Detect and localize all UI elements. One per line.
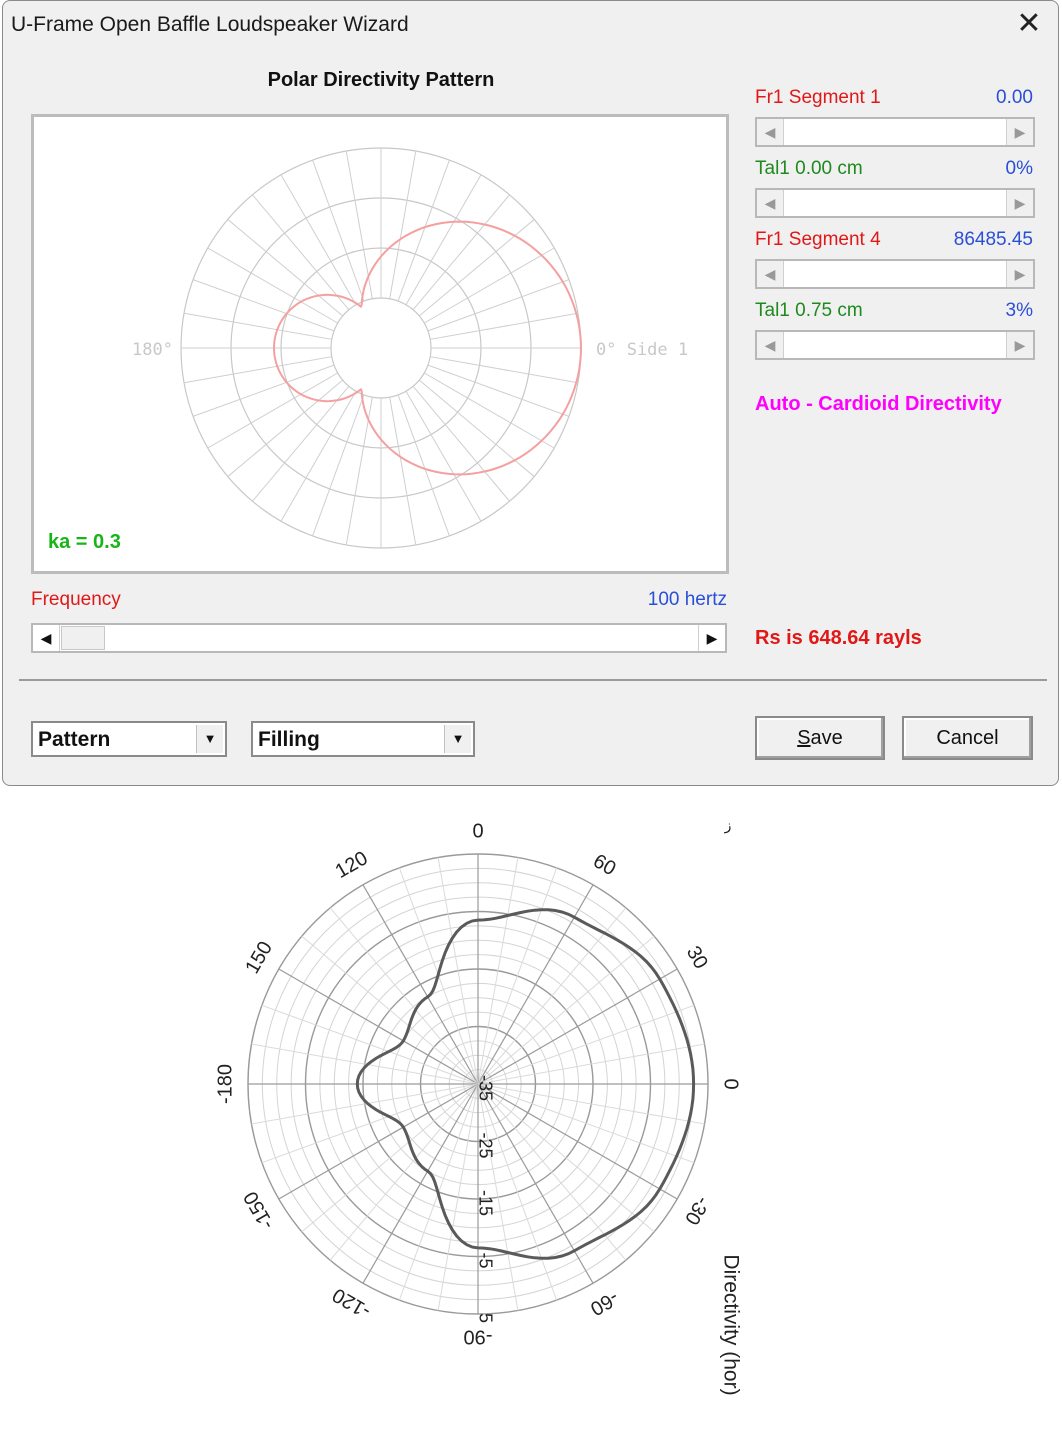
cancel-button[interactable]: Cancel bbox=[902, 716, 1033, 760]
save-accelerator: S bbox=[797, 727, 811, 749]
angle-tick-label: -60 bbox=[586, 1286, 622, 1320]
grid-spoke bbox=[192, 279, 335, 332]
fr1-segment1-value: 0.00 bbox=[996, 87, 1033, 108]
grid-spoke bbox=[405, 391, 482, 522]
filling-select[interactable]: Filling ▼ bbox=[251, 721, 475, 757]
radial-tick-label: -25 bbox=[475, 1132, 495, 1158]
angle-tick-label: -30 bbox=[680, 1192, 714, 1228]
window-title: U-Frame Open Baffle Loudspeaker Wizard bbox=[11, 13, 409, 36]
frequency-slider-thumb[interactable] bbox=[61, 626, 105, 650]
grid-spoke bbox=[397, 394, 450, 537]
grid-spoke bbox=[424, 247, 555, 324]
angle-tick-label: -120 bbox=[329, 1283, 375, 1322]
scroll-right-icon[interactable]: ▶ bbox=[698, 625, 725, 651]
grid-spoke bbox=[389, 150, 417, 299]
angle-tick-label: 0 bbox=[472, 820, 483, 842]
grid-spoke bbox=[280, 391, 357, 522]
radial-tick-label: -15 bbox=[475, 1190, 495, 1216]
pattern-select[interactable]: Pattern ▼ bbox=[31, 721, 227, 757]
angle-tick-label: 60 bbox=[589, 850, 619, 880]
frequency-label: Frequency bbox=[31, 589, 121, 610]
tal1-b-label: Tal1 0.75 cm bbox=[755, 300, 863, 321]
grid-spoke bbox=[405, 174, 482, 305]
grid-spoke bbox=[424, 372, 555, 449]
angle-tick-label: -150 bbox=[240, 1188, 279, 1234]
save-label: ave bbox=[810, 727, 843, 749]
filling-select-value: Filling bbox=[258, 728, 320, 751]
chevron-down-icon[interactable]: ▼ bbox=[444, 725, 471, 753]
wizard-window: U-Frame Open Baffle Loudspeaker Wizard ✕… bbox=[2, 0, 1059, 786]
grid-spoke bbox=[207, 372, 338, 449]
grid-spoke bbox=[192, 364, 335, 417]
grid-spoke bbox=[207, 247, 338, 324]
scroll-right-icon[interactable]: ▶ bbox=[1006, 190, 1033, 216]
angle-tick-label: -90 bbox=[464, 1326, 493, 1348]
grid-spoke bbox=[430, 356, 579, 384]
grid-spoke bbox=[312, 159, 365, 302]
grid-spoke bbox=[430, 312, 579, 340]
chevron-down-icon[interactable]: ▼ bbox=[196, 725, 223, 753]
scroll-left-icon[interactable]: ◀ bbox=[757, 261, 784, 287]
axis-label: Directivity (hor) bbox=[719, 1254, 742, 1395]
grid-spoke bbox=[397, 159, 450, 302]
angle-label-180: 180° bbox=[132, 340, 173, 360]
tal1-a-slider[interactable]: ◀ ▶ bbox=[755, 188, 1035, 218]
scroll-right-icon[interactable]: ▶ bbox=[1006, 119, 1033, 145]
tal1-a-label: Tal1 0.00 cm bbox=[755, 158, 863, 179]
fr1-segment4-value: 86485.45 bbox=[953, 229, 1033, 250]
polar-directivity-plot: 180° 0° Side 1 bbox=[132, 147, 688, 549]
rs-status: Rs is 648.64 rayls bbox=[755, 627, 922, 649]
tal1-a-value: 0% bbox=[1005, 158, 1033, 179]
fr1-segment4-slider[interactable]: ◀ ▶ bbox=[755, 259, 1035, 289]
scroll-left-icon[interactable]: ◀ bbox=[33, 625, 60, 651]
fr1-segment4-label: Fr1 Segment 4 bbox=[755, 229, 881, 250]
grid-ring bbox=[330, 297, 432, 399]
polar-grid bbox=[180, 147, 582, 549]
divider bbox=[19, 679, 1047, 681]
scroll-left-icon[interactable]: ◀ bbox=[757, 332, 784, 358]
grid-spoke bbox=[312, 394, 365, 537]
angle-tick-label: 120 bbox=[332, 847, 372, 883]
auto-directivity-status: Auto - Cardioid Directivity bbox=[755, 393, 1002, 415]
grid-spoke bbox=[183, 312, 332, 340]
angle-tick-label: 0 bbox=[720, 1078, 742, 1089]
tal1-b-value: 3% bbox=[1005, 300, 1033, 321]
save-button[interactable]: Save bbox=[755, 716, 885, 760]
scroll-right-icon[interactable]: ▶ bbox=[1006, 261, 1033, 287]
directivity-polar-chart: 0 60 30 0 -30 -60 -90 -120 -150 -180 150 120 -35 -25 -… bbox=[214, 817, 742, 1396]
fr1-segment1-slider[interactable]: ◀ ▶ bbox=[755, 117, 1035, 147]
title-bar: U-Frame Open Baffle Loudspeaker Wizard ✕ bbox=[3, 1, 1058, 49]
grid-spoke bbox=[183, 356, 332, 384]
pattern-select-value: Pattern bbox=[38, 728, 111, 751]
polar-panel-title: Polar Directivity Pattern bbox=[267, 69, 495, 91]
corner-mark: ﺯ bbox=[724, 817, 732, 834]
scroll-left-icon[interactable]: ◀ bbox=[757, 190, 784, 216]
scroll-left-icon[interactable]: ◀ bbox=[757, 119, 784, 145]
angle-tick-label: 30 bbox=[682, 943, 712, 973]
angle-tick-label: 150 bbox=[241, 938, 277, 978]
frequency-slider[interactable]: ◀ ▶ bbox=[31, 623, 727, 653]
radial-tick-label: -5 bbox=[475, 1252, 495, 1268]
radial-tick-label: 5 bbox=[475, 1313, 495, 1323]
polar-plot-area: 180° 0° Side 1 ka = 0.3 bbox=[31, 114, 729, 574]
ka-value: ka = 0.3 bbox=[48, 531, 121, 553]
tal1-b-slider[interactable]: ◀ ▶ bbox=[755, 330, 1035, 360]
grid-spoke bbox=[427, 279, 570, 332]
grid-spoke bbox=[280, 174, 357, 305]
frequency-value: 100 hertz bbox=[647, 589, 727, 610]
close-icon[interactable]: ✕ bbox=[1014, 9, 1044, 40]
angle-label-0: 0° Side 1 bbox=[596, 340, 688, 360]
fr1-segment1-label: Fr1 Segment 1 bbox=[755, 87, 881, 108]
grid-spoke bbox=[389, 397, 417, 546]
scroll-right-icon[interactable]: ▶ bbox=[1006, 332, 1033, 358]
angle-tick-label: -180 bbox=[214, 1064, 236, 1104]
radial-tick-label: -35 bbox=[475, 1075, 495, 1101]
grid-spoke bbox=[427, 364, 570, 417]
